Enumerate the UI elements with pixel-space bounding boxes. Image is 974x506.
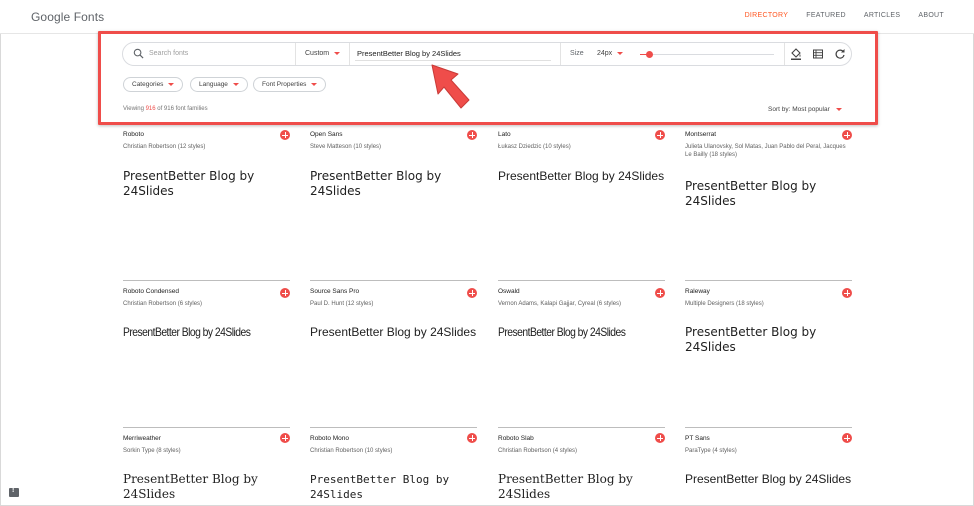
font-designer: Vernon Adams, Kalapi Gajjar, Cyreal (6 s… [498, 301, 622, 307]
google-fonts-logo[interactable]: Google Fonts [31, 10, 104, 24]
font-sample: PresentBetter Blog by 24Slides [498, 325, 626, 339]
card-divider [123, 427, 290, 428]
arrow-pointer-icon [431, 64, 470, 109]
font-designer: Paul D. Hunt (12 styles) [310, 301, 374, 307]
font-sample: PresentBetter Blog by 24Slides [498, 472, 633, 501]
add-font-icon[interactable] [467, 288, 477, 298]
font-name[interactable]: Roboto Condensed [123, 288, 179, 295]
font-designer: Christian Robertson (4 styles) [498, 448, 578, 454]
card-divider [498, 280, 665, 281]
font-name[interactable]: Source Sans Pro [310, 288, 359, 295]
font-designer: Łukasz Dziedzic (10 styles) [498, 144, 571, 150]
add-font-icon[interactable] [842, 288, 852, 298]
add-font-icon[interactable] [467, 433, 477, 443]
font-sample: PresentBetter Blog by 24Slides [685, 325, 817, 354]
card-divider [310, 280, 477, 281]
font-designer: Sorkin Type (8 styles) [123, 448, 181, 454]
font-sample: PresentBetter Blog by 24Slides [685, 179, 817, 208]
font-name[interactable]: Raleway [685, 288, 710, 295]
card-divider [498, 427, 665, 428]
font-designer: Multiple Designers (18 styles) [685, 301, 764, 307]
add-font-icon[interactable] [280, 288, 290, 298]
add-font-icon[interactable] [280, 130, 290, 140]
font-sample: PresentBetter Blog by 24Slides [310, 169, 442, 198]
font-name[interactable]: Roboto [123, 131, 144, 138]
add-font-icon[interactable] [842, 433, 852, 443]
font-sample: PresentBetter Blog by 24Slides [310, 325, 477, 339]
font-designer: Julieta Ulanovsky, Sol Matas, Juan Pablo… [685, 144, 846, 158]
card-divider [685, 280, 852, 281]
font-name[interactable]: Montserrat [685, 131, 716, 138]
font-sample: PresentBetter Blog by 24Slides [310, 473, 450, 501]
add-font-icon[interactable] [467, 130, 477, 140]
font-sample: PresentBetter Blog by 24Slides [685, 472, 852, 486]
nav-articles[interactable]: ARTICLES [864, 12, 901, 19]
font-sample: PresentBetter Blog by 24Slides [498, 169, 665, 183]
font-sample: PresentBetter Blog by 24Slides [123, 472, 258, 501]
font-name[interactable]: PT Sans [685, 435, 710, 442]
font-sample: PresentBetter Blog by 24Slides [123, 169, 255, 198]
font-designer: Christian Robertson (12 styles) [123, 144, 206, 150]
highlight-box [98, 31, 878, 125]
card-divider [123, 280, 290, 281]
add-font-icon[interactable] [842, 130, 852, 140]
nav-featured[interactable]: FEATURED [806, 12, 846, 19]
font-designer: Christian Robertson (6 styles) [123, 301, 203, 307]
font-name[interactable]: Oswald [498, 288, 520, 295]
nav-directory[interactable]: DIRECTORY [745, 12, 789, 19]
font-name[interactable]: Lato [498, 131, 511, 138]
add-font-icon[interactable] [280, 433, 290, 443]
nav-about[interactable]: ABOUT [918, 12, 944, 19]
font-name[interactable]: Merriweather [123, 435, 161, 442]
font-name[interactable]: Roboto Slab [498, 435, 534, 442]
add-font-icon[interactable] [655, 288, 665, 298]
add-font-icon[interactable] [655, 433, 665, 443]
card-divider [310, 427, 477, 428]
card-divider [685, 427, 852, 428]
font-sample: PresentBetter Blog by 24Slides [123, 325, 251, 339]
font-designer: Christian Robertson (10 styles) [310, 448, 393, 454]
font-designer: ParaType (4 styles) [685, 448, 737, 454]
add-font-icon[interactable] [655, 130, 665, 140]
top-bar: Google Fonts DIRECTORY FEATURED ARTICLES… [0, 0, 974, 34]
font-name[interactable]: Roboto Mono [310, 435, 349, 442]
font-name[interactable]: Open Sans [310, 131, 343, 138]
font-designer: Steve Matteson (10 styles) [310, 144, 382, 150]
main-nav: DIRECTORY FEATURED ARTICLES ABOUT [745, 12, 944, 19]
feedback-icon[interactable] [9, 487, 19, 497]
